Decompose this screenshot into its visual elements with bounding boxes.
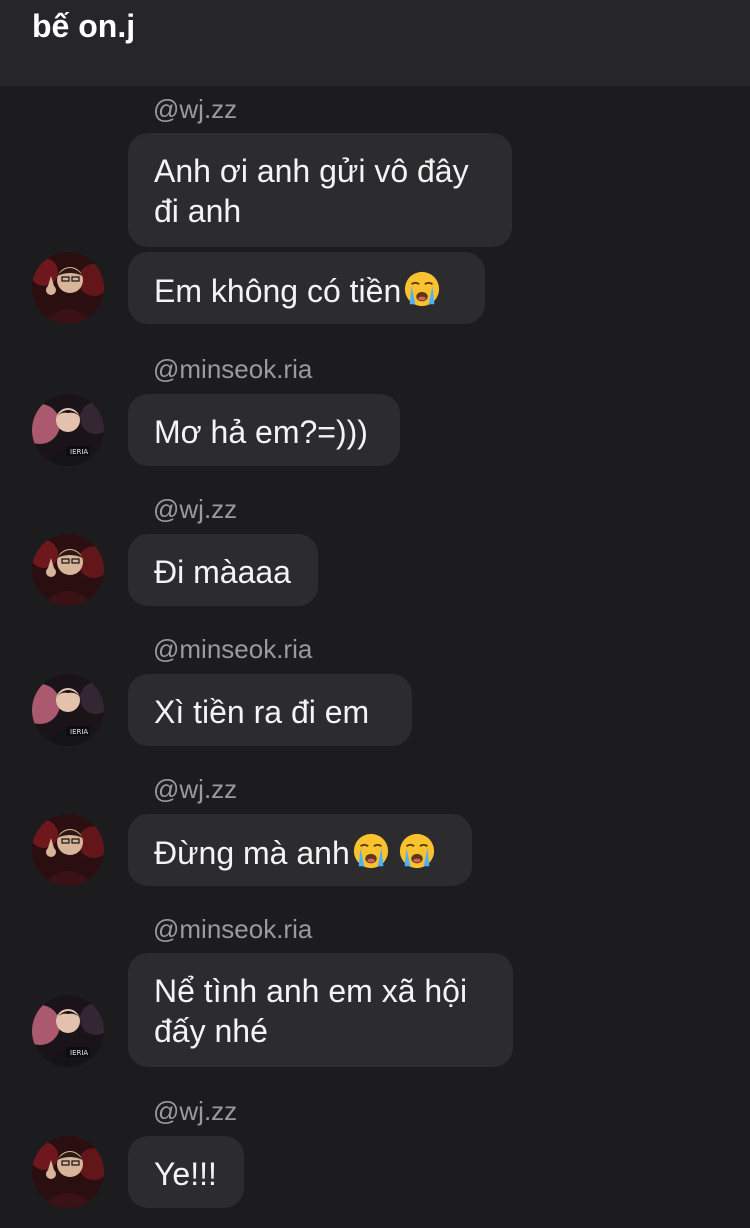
message-bubble[interactable]: Anh ơi anh gửi vô đây đi anh <box>128 133 512 247</box>
avatar-minseok-icon <box>32 394 104 466</box>
sender-username[interactable]: @wj.zz <box>153 94 237 125</box>
avatar-minseok-icon <box>32 995 104 1067</box>
avatar-wj-icon <box>32 814 104 886</box>
message-bubble[interactable]: Nể tình anh em xã hội đấy nhé <box>128 953 513 1067</box>
loudly-crying-face-icon <box>352 832 390 870</box>
message-text: Xì tiền ra đi em <box>154 694 370 730</box>
message-text: Ye!!! <box>154 1156 217 1192</box>
sender-username[interactable]: @wj.zz <box>153 1096 237 1127</box>
message-text: Đừng mà anh <box>154 835 350 871</box>
message-text: Em không có tiền <box>154 273 402 309</box>
sender-username[interactable]: @minseok.ria <box>153 914 312 945</box>
sender-username[interactable]: @minseok.ria <box>153 634 312 665</box>
message-text: Mơ hả em?=))) <box>154 414 368 450</box>
loudly-crying-face-icon <box>403 270 441 308</box>
avatar[interactable] <box>32 394 104 466</box>
message-text-line: Nể tình anh em xã hội <box>154 973 468 1009</box>
avatar[interactable] <box>32 252 104 324</box>
chat-title[interactable]: bế on.j <box>32 8 135 45</box>
message-bubble[interactable]: Đừng mà anh <box>128 814 472 886</box>
sender-username[interactable]: @wj.zz <box>153 774 237 805</box>
message-text-line: đi anh <box>154 193 242 229</box>
message-list[interactable]: @wj.zz Anh ơi anh gửi vô đây đi anh Em k… <box>0 86 750 1228</box>
message-text-line: Anh ơi anh gửi vô đây <box>154 153 469 189</box>
chat-header: bế on.j <box>0 0 750 86</box>
avatar[interactable] <box>32 814 104 886</box>
avatar[interactable] <box>32 1136 104 1208</box>
avatar-wj-icon <box>32 252 104 324</box>
avatar[interactable] <box>32 534 104 606</box>
avatar-minseok-icon <box>32 674 104 746</box>
message-bubble[interactable]: Ye!!! <box>128 1136 244 1208</box>
avatar[interactable] <box>32 674 104 746</box>
avatar-wj-icon <box>32 534 104 606</box>
message-text-line: đấy nhé <box>154 1013 268 1049</box>
loudly-crying-face-icon <box>398 832 436 870</box>
message-bubble[interactable]: Mơ hả em?=))) <box>128 394 400 466</box>
avatar[interactable] <box>32 995 104 1067</box>
message-bubble[interactable]: Đi màaaa <box>128 534 318 606</box>
avatar-wj-icon <box>32 1136 104 1208</box>
message-text: Đi màaaa <box>154 554 291 590</box>
message-bubble[interactable]: Em không có tiền <box>128 252 485 324</box>
message-bubble[interactable]: Xì tiền ra đi em <box>128 674 412 746</box>
sender-username[interactable]: @minseok.ria <box>153 354 312 385</box>
sender-username[interactable]: @wj.zz <box>153 494 237 525</box>
